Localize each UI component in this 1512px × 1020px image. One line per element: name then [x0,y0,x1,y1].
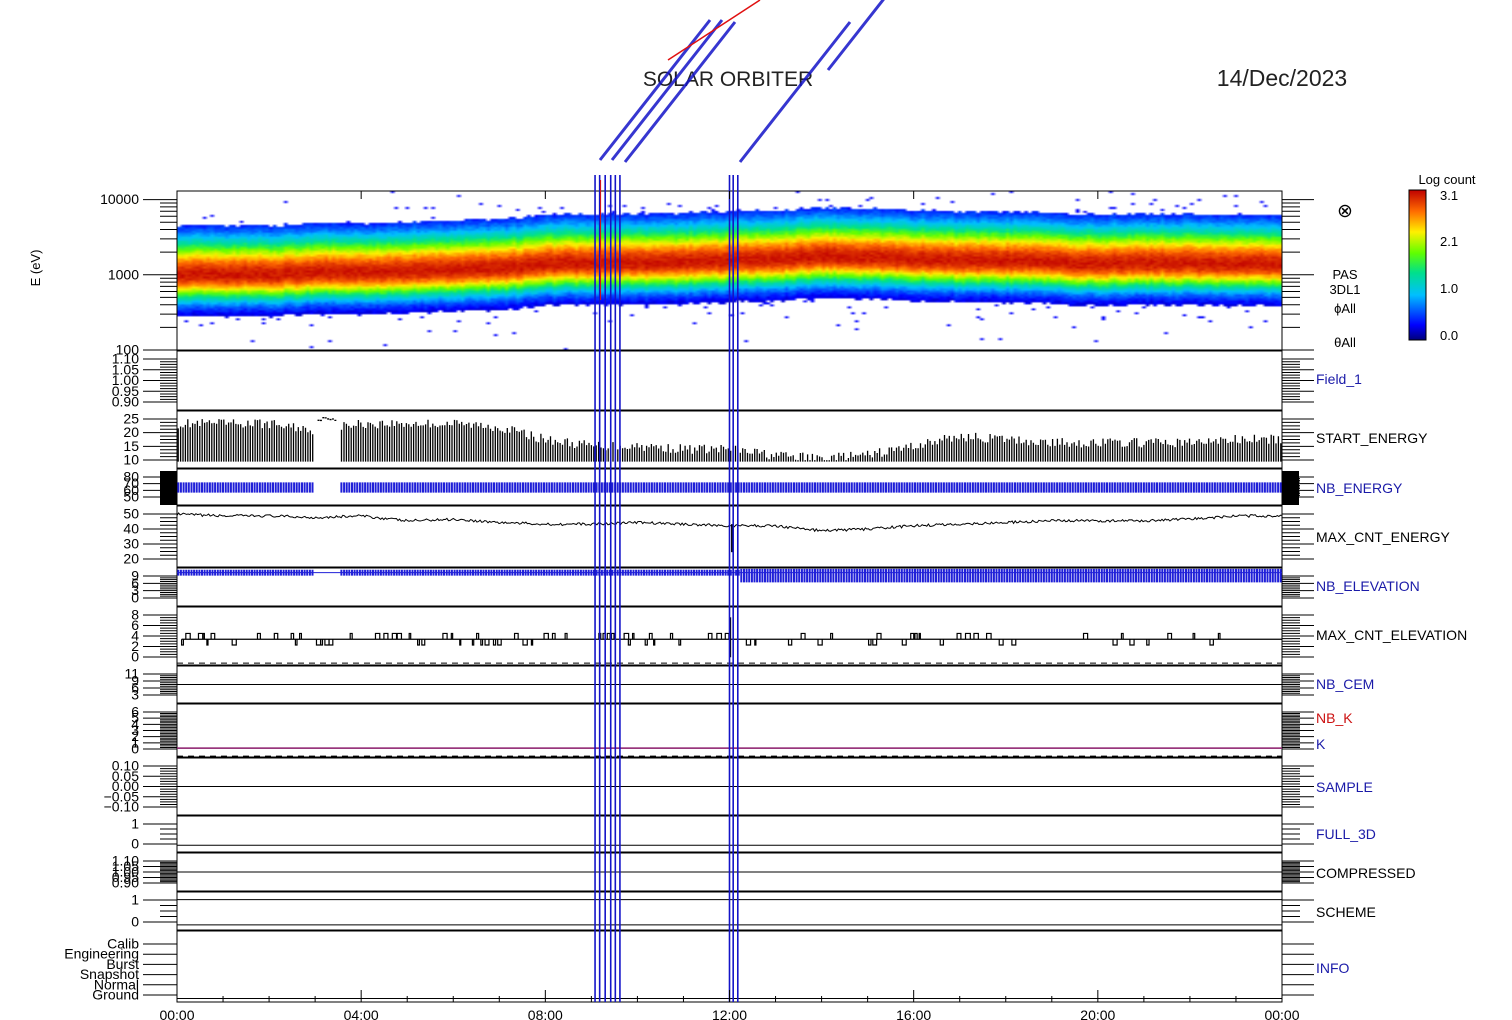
ytick-nb_cem-3: 3 [131,687,139,703]
ytick-max_cnt_elevation-4: 0 [131,649,139,665]
panel-label2-nb_k: K [1316,736,1326,752]
ytick-sample-4: −0.10 [104,799,140,815]
spectrogram-product: 3DL1 [1329,282,1360,297]
panel-label-nb_cem: NB_CEM [1316,676,1374,692]
spectrogram-theta: θAll [1334,335,1356,350]
ytick-energy-1: 1000 [108,266,139,282]
xtick-label-6: 00:00 [1264,1007,1299,1020]
panel-label-nb_energy: NB_ENERGY [1316,480,1403,496]
panel-label-nb_elevation: NB_ELEVATION [1316,578,1420,594]
panel-label-compressed: COMPRESSED [1316,865,1416,881]
panel-label-sample: SAMPLE [1316,779,1373,795]
panel-label-field1: Field_1 [1316,371,1362,387]
colorbar-tick-1: 1.0 [1440,281,1458,296]
plot-date: 14/Dec/2023 [1217,65,1347,91]
ytick-scheme-1: 0 [131,914,139,930]
nb-energy-right-block [1282,471,1299,505]
nb-energy-left-block [160,471,177,505]
ytick-nb_elevation-3: 0 [131,590,139,606]
ytick-max_cnt_energy-3: 20 [123,551,139,567]
xtick-label-4: 16:00 [896,1007,931,1020]
panel-label-max_cnt_energy: MAX_CNT_ENERGY [1316,529,1450,545]
ytick-full_3d-1: 0 [131,836,139,852]
ytick-max_cnt_energy-0: 50 [123,506,139,522]
ytick-compressed-4: 0.90 [112,875,139,891]
colorbar-tick-2: 2.1 [1440,234,1458,249]
ytick-nb_k-6: 0 [131,741,139,757]
ylabel-energy: E (eV) [28,250,43,287]
xtick-label-2: 08:00 [528,1007,563,1020]
panel-label-start_energy: START_ENERGY [1316,430,1428,446]
summary-plot: SOLAR ORBITER 14/Dec/2023 1000010001001.… [28,0,1476,1020]
colorbar-tick-max: 3.1 [1440,188,1458,203]
ytick-max_cnt_energy-2: 30 [123,536,139,552]
ytick-full_3d-0: 1 [131,816,139,832]
ytick-scheme-0: 1 [131,892,139,908]
ytick-energy-0: 10000 [100,191,139,207]
panel-label-max_cnt_elevation: MAX_CNT_ELEVATION [1316,627,1467,643]
event-tag-4 [826,0,885,71]
ytick-field1-4: 0.90 [112,394,139,410]
event-tag-3 [738,21,852,163]
panel-label-info: INFO [1316,960,1350,976]
spectrogram-instrument: PAS [1332,267,1357,282]
ytick-max_cnt_energy-1: 40 [123,521,139,537]
colorbar [1408,189,1427,341]
ytick-start_energy-3: 10 [123,452,139,468]
panel-label-full_3d: FULL_3D [1316,826,1376,842]
xtick-label-3: 12:00 [712,1007,747,1020]
spectrogram-symbol: ⊗ [1337,201,1353,222]
xtick-label-5: 20:00 [1080,1007,1115,1020]
ytick-nb_energy-3: 50 [123,489,139,505]
xtick-label-1: 04:00 [344,1007,379,1020]
colorbar-title: Log count [1418,172,1475,187]
spectrogram-phi: ϕAll [1334,301,1356,316]
panel-label-scheme: SCHEME [1316,904,1376,920]
panel-label-nb_k: NB_K [1316,710,1353,726]
colorbar-tick-min: 0.0 [1440,328,1458,343]
ytick-info-5: Ground [92,987,139,1003]
series-max-cnt-elevation [181,632,1282,646]
event-tag-2 [623,21,737,163]
xtick-label-0: 00:00 [159,1007,194,1020]
